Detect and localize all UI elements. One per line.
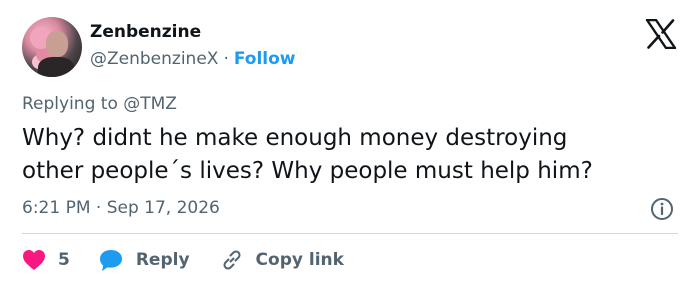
tweet-text: Why? didnt he make enough money destroyi… — [22, 125, 593, 184]
replying-to: Replying to @TMZ — [22, 94, 177, 114]
author-handle-row: @ZenbenzineX · Follow — [90, 49, 296, 69]
like-count: 5 — [58, 250, 70, 270]
divider — [22, 233, 678, 234]
reply-button[interactable]: Reply — [98, 248, 190, 272]
tweet-timestamp[interactable]: 6:21 PM · Sep 17, 2026 — [22, 198, 220, 218]
avatar-face — [46, 31, 68, 57]
action-bar: 5 Reply Copy link — [22, 246, 344, 274]
avatar-body — [38, 57, 74, 77]
copy-link-label: Copy link — [255, 250, 344, 270]
avatar[interactable] — [22, 17, 82, 77]
reply-label: Reply — [135, 250, 190, 270]
author-handle[interactable]: @ZenbenzineX — [90, 49, 218, 69]
like-button[interactable]: 5 — [22, 249, 70, 271]
follow-button[interactable]: Follow — [234, 49, 296, 69]
link-icon — [223, 250, 241, 270]
reply-bubble-icon — [99, 250, 122, 271]
info-icon[interactable] — [650, 197, 674, 221]
heart-icon — [23, 250, 45, 270]
author-display-name[interactable]: Zenbenzine — [90, 22, 201, 42]
copy-link-button[interactable]: Copy link — [220, 248, 344, 272]
x-logo-icon[interactable] — [645, 19, 677, 49]
handle-separator: · — [223, 49, 229, 69]
